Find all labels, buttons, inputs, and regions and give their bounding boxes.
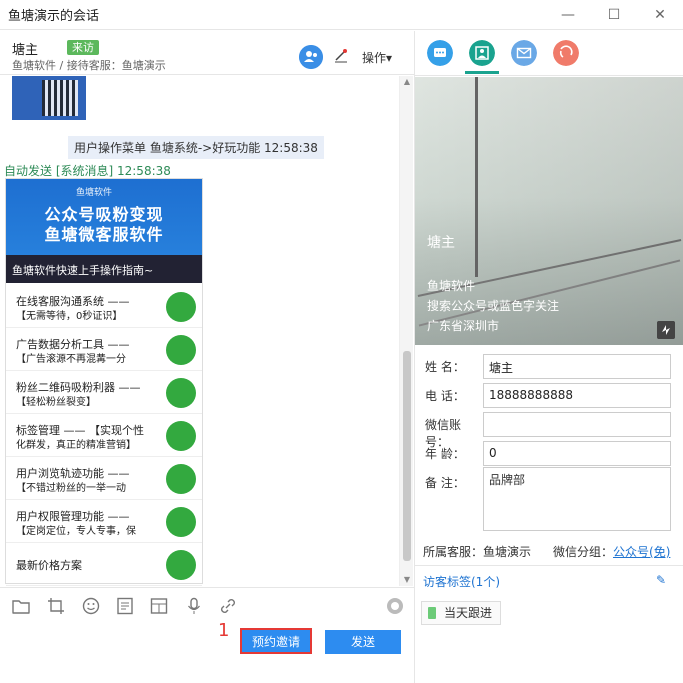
scroll-up-icon[interactable]: ▲ — [400, 76, 414, 88]
card-item-desc: 【定岗定位，专人专事，保 — [16, 526, 136, 537]
visitor-tags-title[interactable]: 访客标签(1个) — [423, 573, 500, 590]
chat-window: 鱼塘演示的会话 — ☐ ✕ 塘主 来访 鱼塘软件 / 接待客服：鱼塘演示 操作▾ — [0, 0, 683, 683]
folder-icon[interactable] — [12, 597, 30, 615]
card-item[interactable]: 用户浏览轨迹功能 —— 【不错过粉丝的一举一动 — [6, 457, 202, 500]
banner-line2: 鱼塘微客服软件 — [44, 225, 164, 244]
thumbnail-icon — [166, 378, 196, 408]
wechat-group-link[interactable]: 公众号(免) — [613, 545, 670, 559]
thumbnail-icon — [166, 421, 196, 451]
message-list[interactable]: 用户操作菜单 鱼塘系统->好玩功能 12:58:38 自动发送 [系统消息] 1… — [0, 76, 399, 586]
qr-code-image[interactable] — [12, 76, 86, 120]
age-field[interactable]: 0 — [483, 441, 671, 466]
system-message: 用户操作菜单 鱼塘系统->好玩功能 12:58:38 — [68, 136, 324, 159]
name-field[interactable]: 塘主 — [483, 354, 671, 379]
card-item-desc: 化群发，真正的精准营销】 — [16, 440, 136, 451]
tab-track-icon[interactable] — [553, 40, 579, 66]
card-item-desc: 【轻松粉丝裂变】 — [16, 397, 96, 408]
thumbnail-icon — [166, 550, 196, 580]
card-item-desc: 【广告滚源不再混冓一分 — [16, 354, 126, 365]
emoji-icon[interactable] — [82, 597, 100, 615]
card-item-desc: 【无需等待，0秒证识】 — [16, 311, 123, 322]
minimize-button[interactable]: — — [545, 0, 591, 30]
wechat-row: 微信账号： — [415, 411, 683, 449]
conversation-panel: 塘主 来访 鱼塘软件 / 接待客服：鱼塘演示 操作▾ 用户操作菜单 鱼塘系统->… — [0, 31, 414, 683]
article-icon[interactable] — [116, 597, 134, 615]
add-user-icon[interactable] — [299, 45, 323, 69]
auto-send-label: 自动发送 [系统消息] 12:58:38 — [4, 164, 171, 178]
card-logo: 鱼塘软件 — [76, 188, 113, 198]
visitor-badge: 来访 — [67, 40, 99, 55]
owner-agent: 所属客服：鱼塘演示 — [423, 545, 532, 559]
wechat-group-label: 微信分组： — [553, 545, 614, 559]
thumbnail-icon — [166, 507, 196, 537]
age-label: 年 龄： — [425, 447, 465, 461]
card-item-title: 最新价格方案 — [16, 559, 82, 572]
thumbnail-icon — [166, 464, 196, 494]
link-icon[interactable] — [219, 597, 237, 615]
profile-source: 搜索公众号或蓝色字关注 — [427, 299, 560, 313]
switch-icon[interactable] — [657, 321, 675, 339]
profile-tabs — [415, 31, 683, 76]
profile-location: 广东省深圳市 — [427, 319, 500, 333]
mic-icon[interactable] — [185, 597, 203, 615]
compose-toolbar — [0, 587, 414, 621]
layout-icon[interactable] — [150, 597, 168, 615]
profile-name: 塘主 — [427, 235, 455, 251]
maximize-button[interactable]: ☐ — [591, 0, 637, 30]
conversation-header: 塘主 来访 鱼塘软件 / 接待客服：鱼塘演示 操作▾ — [0, 31, 414, 75]
tab-chat-icon[interactable] — [427, 40, 453, 66]
card-item-list: 在线客服沟通系统 —— 【无需等待，0秒证识】 广告数据分析工具 —— 【广告滚… — [6, 285, 202, 586]
send-button[interactable]: 发送 — [325, 630, 401, 654]
message-scrollbar[interactable]: ▲ ▼ — [399, 76, 413, 586]
name-label: 姓 名： — [425, 360, 465, 374]
wechat-field[interactable] — [483, 412, 671, 437]
edit-tags-icon[interactable]: ✎ — [656, 573, 670, 587]
phone-label: 电 话： — [425, 389, 465, 403]
visitor-subinfo: 鱼塘软件 / 接待客服：鱼塘演示 — [12, 59, 166, 72]
headset-icon[interactable] — [386, 597, 404, 615]
remark-field[interactable]: 品牌部 — [483, 467, 671, 531]
card-banner[interactable]: 鱼塘软件 公众号吸粉变现 鱼塘微客服软件 鱼塘软件快速上手操作指南~ — [6, 179, 202, 283]
profile-panel: 塘主 鱼塘软件 搜索公众号或蓝色字关注 广东省深圳市 姓 名： 塘主 电 话： … — [414, 31, 683, 683]
window-title: 鱼塘演示的会话 — [8, 9, 100, 24]
annotation-number: 1 — [218, 620, 230, 641]
wechat-group: 微信分组：公众号(免) — [553, 543, 670, 560]
thumbnail-icon — [166, 335, 196, 365]
card-item[interactable]: 标签管理 —— 【实现个性 化群发，真正的精准营销】 — [6, 414, 202, 457]
card-item[interactable]: 最新价格方案 — [6, 543, 202, 586]
divider — [415, 565, 683, 566]
card-item[interactable]: 在线客服沟通系统 —— 【无需等待，0秒证识】 — [6, 285, 202, 328]
banner-caption: 鱼塘软件快速上手操作指南~ — [12, 264, 154, 277]
phone-row: 电 话： 18888888888 — [415, 382, 683, 408]
card-item[interactable]: 粉丝二维码吸粉利器 —— 【轻松粉丝裂变】 — [6, 371, 202, 414]
tab-profile-icon[interactable] — [469, 40, 495, 66]
card-item[interactable]: 广告数据分析工具 —— 【广告滚源不再混冓一分 — [6, 328, 202, 371]
tag-label: 当天跟进 — [444, 606, 493, 620]
close-button[interactable]: ✕ — [637, 0, 683, 30]
visitor-name: 塘主 — [12, 43, 39, 58]
crop-icon[interactable] — [47, 597, 65, 615]
card-item[interactable]: 用户权限管理功能 —— 【定岗定位，专人专事，保 — [6, 500, 202, 543]
title-bar: 鱼塘演示的会话 — ☐ ✕ — [0, 0, 683, 30]
phone-field[interactable]: 18888888888 — [483, 383, 671, 408]
card-item-desc: 【不错过粉丝的一举一动 — [16, 483, 126, 494]
wechat-icon — [166, 292, 196, 322]
news-card[interactable]: 鱼塘软件 公众号吸粉变现 鱼塘微客服软件 鱼塘软件快速上手操作指南~ 在线客服沟… — [5, 178, 203, 586]
scroll-down-icon[interactable]: ▼ — [400, 574, 414, 586]
remark-label: 备 注： — [425, 476, 465, 490]
operations-menu[interactable]: 操作▾ — [362, 49, 392, 66]
age-row: 年 龄： 0 — [415, 440, 683, 466]
book-invite-button[interactable]: 预约邀请 — [240, 628, 312, 654]
profile-company: 鱼塘软件 — [427, 279, 476, 293]
profile-cover-image: 塘主 鱼塘软件 搜索公众号或蓝色字关注 广东省深圳市 — [415, 77, 683, 345]
tag-chip[interactable]: 当天跟进 — [421, 601, 502, 625]
name-row: 姓 名： 塘主 — [415, 353, 683, 379]
scrollbar-thumb[interactable] — [403, 351, 411, 561]
active-tab-indicator — [465, 71, 499, 74]
tab-message-icon[interactable] — [511, 40, 537, 66]
edit-pen-icon[interactable] — [333, 47, 349, 63]
